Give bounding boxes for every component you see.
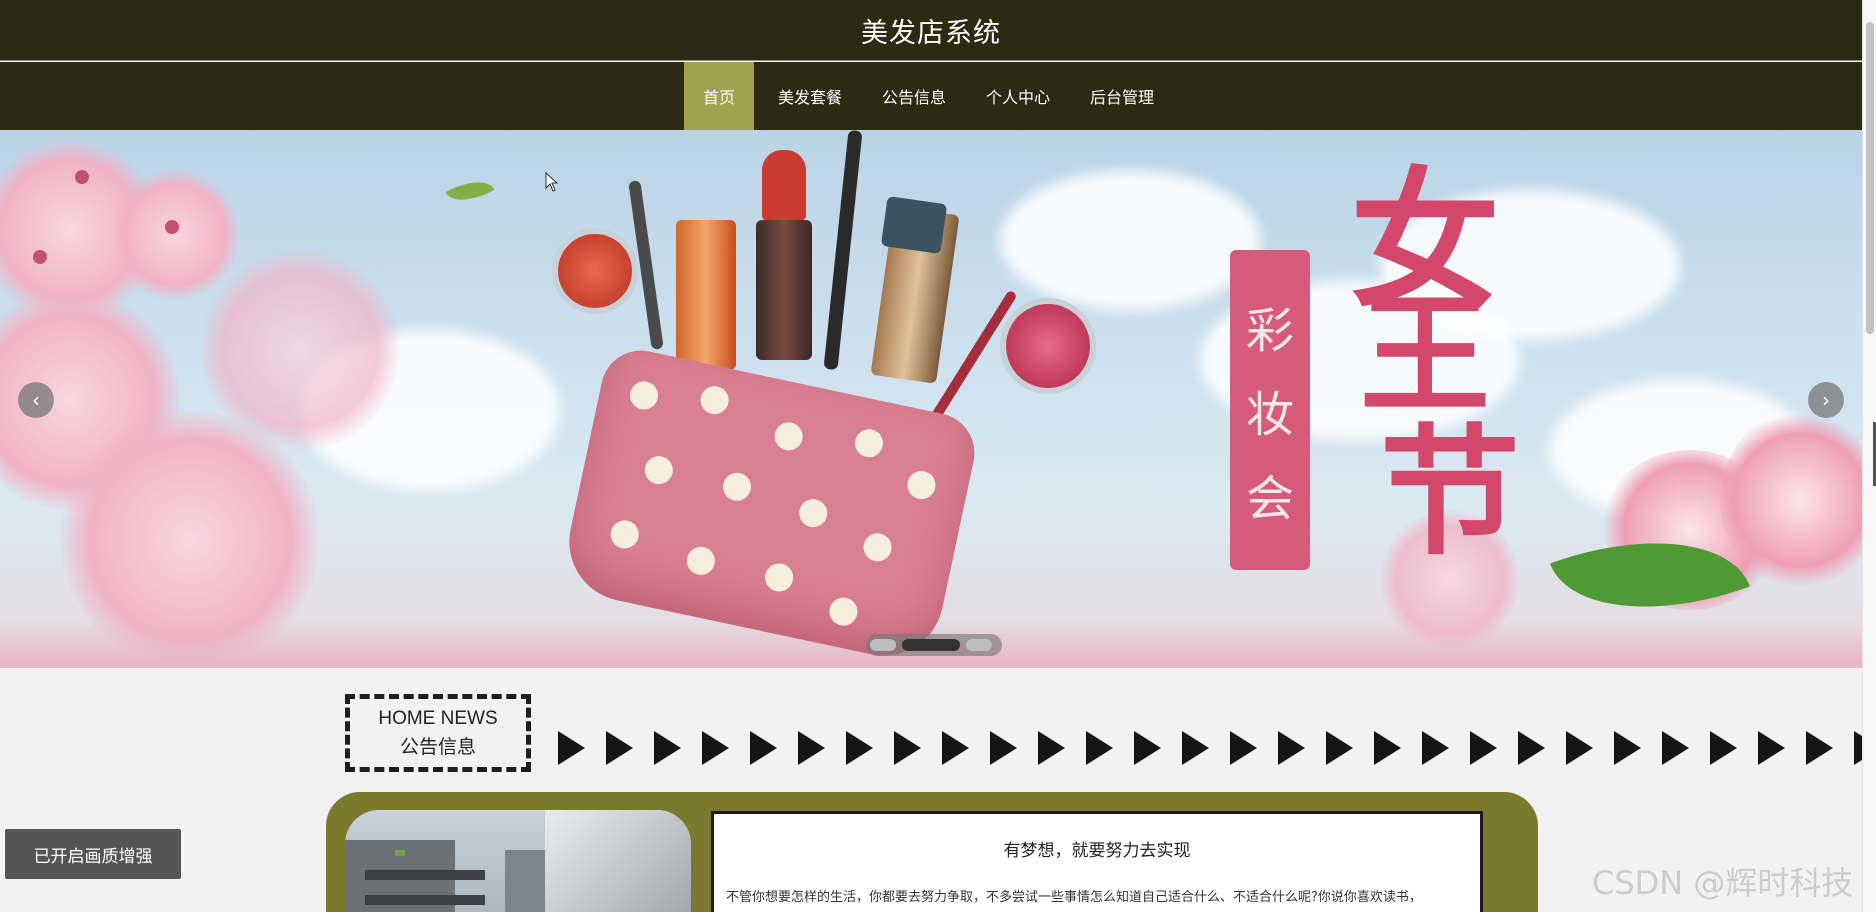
carousel-indicator bbox=[866, 634, 1002, 656]
carousel-next-button[interactable]: › bbox=[1808, 382, 1844, 418]
leaf-icon bbox=[445, 170, 495, 212]
carousel-prev-button[interactable]: ‹ bbox=[18, 382, 54, 418]
page-scrollbar[interactable] bbox=[1862, 0, 1876, 912]
chevron-right-icon: › bbox=[1822, 388, 1830, 412]
chevron-left-icon: ‹ bbox=[32, 388, 40, 412]
mouse-cursor-icon bbox=[545, 172, 559, 192]
badge-title-en: HOME NEWS bbox=[378, 707, 498, 729]
news-card[interactable]: 有梦想，就要努力去实现 不管你想要怎样的生活，你都要去努力争取，不多尝试一些事情… bbox=[711, 811, 1483, 912]
home-news-badge: HOME NEWS 公告信息 bbox=[345, 694, 531, 772]
nav-item-profile[interactable]: 个人中心 bbox=[966, 62, 1070, 130]
news-description: 不管你想要怎样的生活，你都要去努力争取，不多尝试一些事情怎么知道自己适合什么、不… bbox=[726, 890, 1422, 905]
carousel-dot-3[interactable] bbox=[966, 639, 992, 651]
carousel-dot-1[interactable] bbox=[870, 639, 896, 651]
blossom-core bbox=[75, 170, 89, 184]
foundation-cap bbox=[880, 196, 948, 254]
carousel-dot-2[interactable] bbox=[902, 639, 960, 651]
blossom-core bbox=[165, 220, 179, 234]
nav-item-admin[interactable]: 后台管理 bbox=[1070, 62, 1174, 130]
main-nav: 首页 美发套餐 公告信息 个人中心 后台管理 bbox=[0, 62, 1862, 130]
quality-enhance-button[interactable]: 已开启画质增强 bbox=[5, 829, 181, 879]
banner-char: 节 bbox=[1380, 411, 1521, 575]
lipstick-red-tip bbox=[762, 150, 806, 220]
mascara-wand bbox=[823, 130, 863, 371]
hero-carousel: 彩 妆 会 女 王 节 ‹ › bbox=[0, 130, 1862, 668]
watermark-text: CSDN @辉时科技 bbox=[1592, 864, 1854, 902]
nav-item-packages[interactable]: 美发套餐 bbox=[758, 62, 862, 130]
blossom-flower bbox=[110, 170, 240, 300]
blush-compact bbox=[552, 228, 638, 314]
vertical-banner: 彩 妆 会 bbox=[1230, 250, 1310, 570]
site-header: 美发店系统 bbox=[0, 0, 1862, 61]
cloud-shape bbox=[1000, 170, 1260, 310]
decorative-triangle-row bbox=[558, 731, 1862, 771]
nav-item-announcements[interactable]: 公告信息 bbox=[862, 62, 966, 130]
blush-compact bbox=[1000, 298, 1096, 394]
badge-title-zh: 公告信息 bbox=[399, 735, 476, 758]
scrollbar-thumb[interactable] bbox=[1866, 22, 1874, 334]
lipstick-orange bbox=[676, 220, 736, 370]
blossom-core bbox=[33, 250, 47, 264]
site-title: 美发店系统 bbox=[861, 17, 1001, 49]
news-title[interactable]: 有梦想，就要努力去实现 bbox=[714, 836, 1480, 861]
blossom-flower bbox=[200, 250, 400, 450]
lipstick-dark bbox=[756, 220, 812, 360]
cosmetic-pouch bbox=[558, 343, 982, 667]
nav-item-home[interactable]: 首页 bbox=[683, 62, 754, 130]
news-image[interactable] bbox=[345, 810, 691, 912]
